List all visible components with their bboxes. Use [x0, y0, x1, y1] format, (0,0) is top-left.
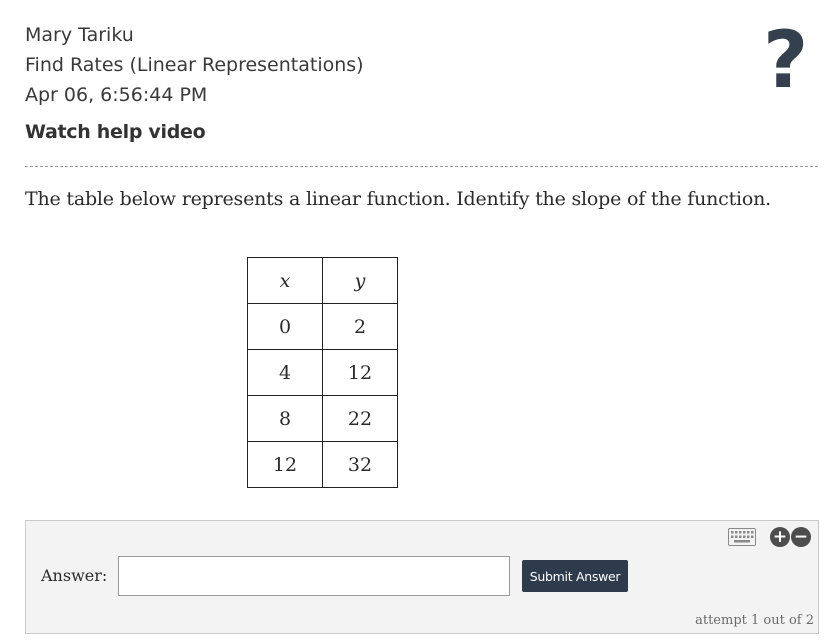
keyboard-icon[interactable] — [728, 528, 756, 546]
function-table: x y 0 2 4 12 8 22 12 32 — [247, 257, 398, 488]
table-row: 0 2 — [247, 303, 398, 350]
plus-icon[interactable]: + — [770, 527, 790, 547]
submit-answer-button[interactable]: Submit Answer — [522, 560, 628, 592]
assignment-title: Find Rates (Linear Representations) — [25, 54, 364, 76]
table-cell-x: 8 — [247, 395, 323, 442]
student-name: Mary Tariku — [25, 24, 134, 46]
help-icon[interactable]: ? — [763, 22, 808, 100]
attempt-counter: attempt 1 out of 2 — [695, 613, 814, 628]
header-info: Mary Tariku Find Rates (Linear Represent… — [25, 20, 364, 110]
table-header-row: x y — [247, 257, 398, 304]
minus-icon[interactable]: − — [791, 527, 811, 547]
table-cell-y: 2 — [322, 303, 398, 350]
watch-help-video-link[interactable]: Watch help video — [25, 121, 206, 143]
answer-input[interactable] — [118, 556, 510, 596]
table-cell-x: 4 — [247, 349, 323, 396]
question-text: The table below represents a linear func… — [25, 188, 772, 210]
answer-label: Answer: — [41, 566, 108, 585]
table-cell-y: 12 — [322, 349, 398, 396]
table-row: 12 32 — [247, 441, 398, 488]
timestamp: Apr 06, 6:56:44 PM — [25, 84, 208, 106]
table-row: 8 22 — [247, 395, 398, 442]
answer-panel: + − Answer: Submit Answer attempt 1 out … — [25, 520, 819, 634]
divider — [25, 166, 818, 167]
table-cell-y: 32 — [322, 441, 398, 488]
table-cell-x: 12 — [247, 441, 323, 488]
column-header-y: y — [322, 257, 398, 304]
table-cell-x: 0 — [247, 303, 323, 350]
column-header-x: x — [247, 257, 323, 304]
table-row: 4 12 — [247, 349, 398, 396]
table-cell-y: 22 — [322, 395, 398, 442]
